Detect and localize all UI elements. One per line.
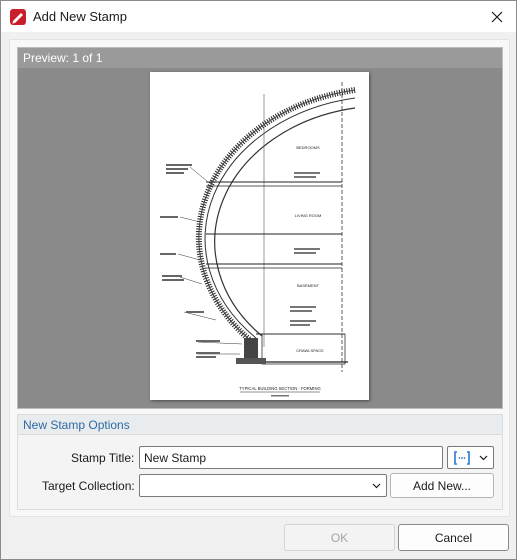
target-collection-label: Target Collection:: [42, 479, 135, 493]
chevron-down-icon: [479, 455, 488, 461]
building-section-drawing: BEDROOMS LIVING ROOM BASEMENT CRAWLSPACE…: [160, 82, 356, 397]
stamp-options-group: New Stamp Options Stamp Title: Target Co…: [17, 414, 503, 510]
add-new-stamp-dialog: Add New Stamp Preview: 1 of 1 BEDROOMS L…: [0, 0, 517, 560]
preview-group: Preview: 1 of 1 BEDROOMS LIVING ROOM BAS…: [17, 47, 503, 409]
room-label-basement: BASEMENT: [297, 283, 320, 288]
options-header: New Stamp Options: [18, 415, 502, 435]
stamp-title-input[interactable]: [139, 446, 443, 469]
chevron-down-icon: [372, 483, 381, 489]
close-button[interactable]: [480, 1, 514, 32]
ok-button[interactable]: OK: [284, 524, 395, 551]
target-collection-dropdown[interactable]: [139, 474, 387, 497]
insert-macro-icon: [454, 451, 470, 465]
preview-page: BEDROOMS LIVING ROOM BASEMENT CRAWLSPACE…: [150, 72, 369, 400]
drawing-title: TYPICAL BUILDING SECTION - FORMING: [239, 386, 321, 391]
close-icon: [491, 11, 503, 22]
app-logo-icon: [9, 8, 27, 26]
stamp-title-label: Stamp Title:: [71, 451, 135, 465]
room-label-bedrooms: BEDROOMS: [296, 145, 320, 150]
options-group-label: New Stamp Options: [23, 418, 130, 432]
room-label-living-room: LIVING ROOM: [295, 213, 322, 218]
title-bar: Add New Stamp: [1, 1, 516, 32]
cancel-button[interactable]: Cancel: [398, 524, 509, 551]
window-title: Add New Stamp: [33, 9, 127, 24]
preview-label: Preview: 1 of 1: [23, 51, 103, 65]
add-new-collection-button[interactable]: Add New...: [390, 473, 494, 498]
preview-header: Preview: 1 of 1: [18, 48, 502, 68]
room-label-crawlspace: CRAWLSPACE: [296, 348, 324, 353]
insert-macro-button[interactable]: [447, 446, 494, 469]
